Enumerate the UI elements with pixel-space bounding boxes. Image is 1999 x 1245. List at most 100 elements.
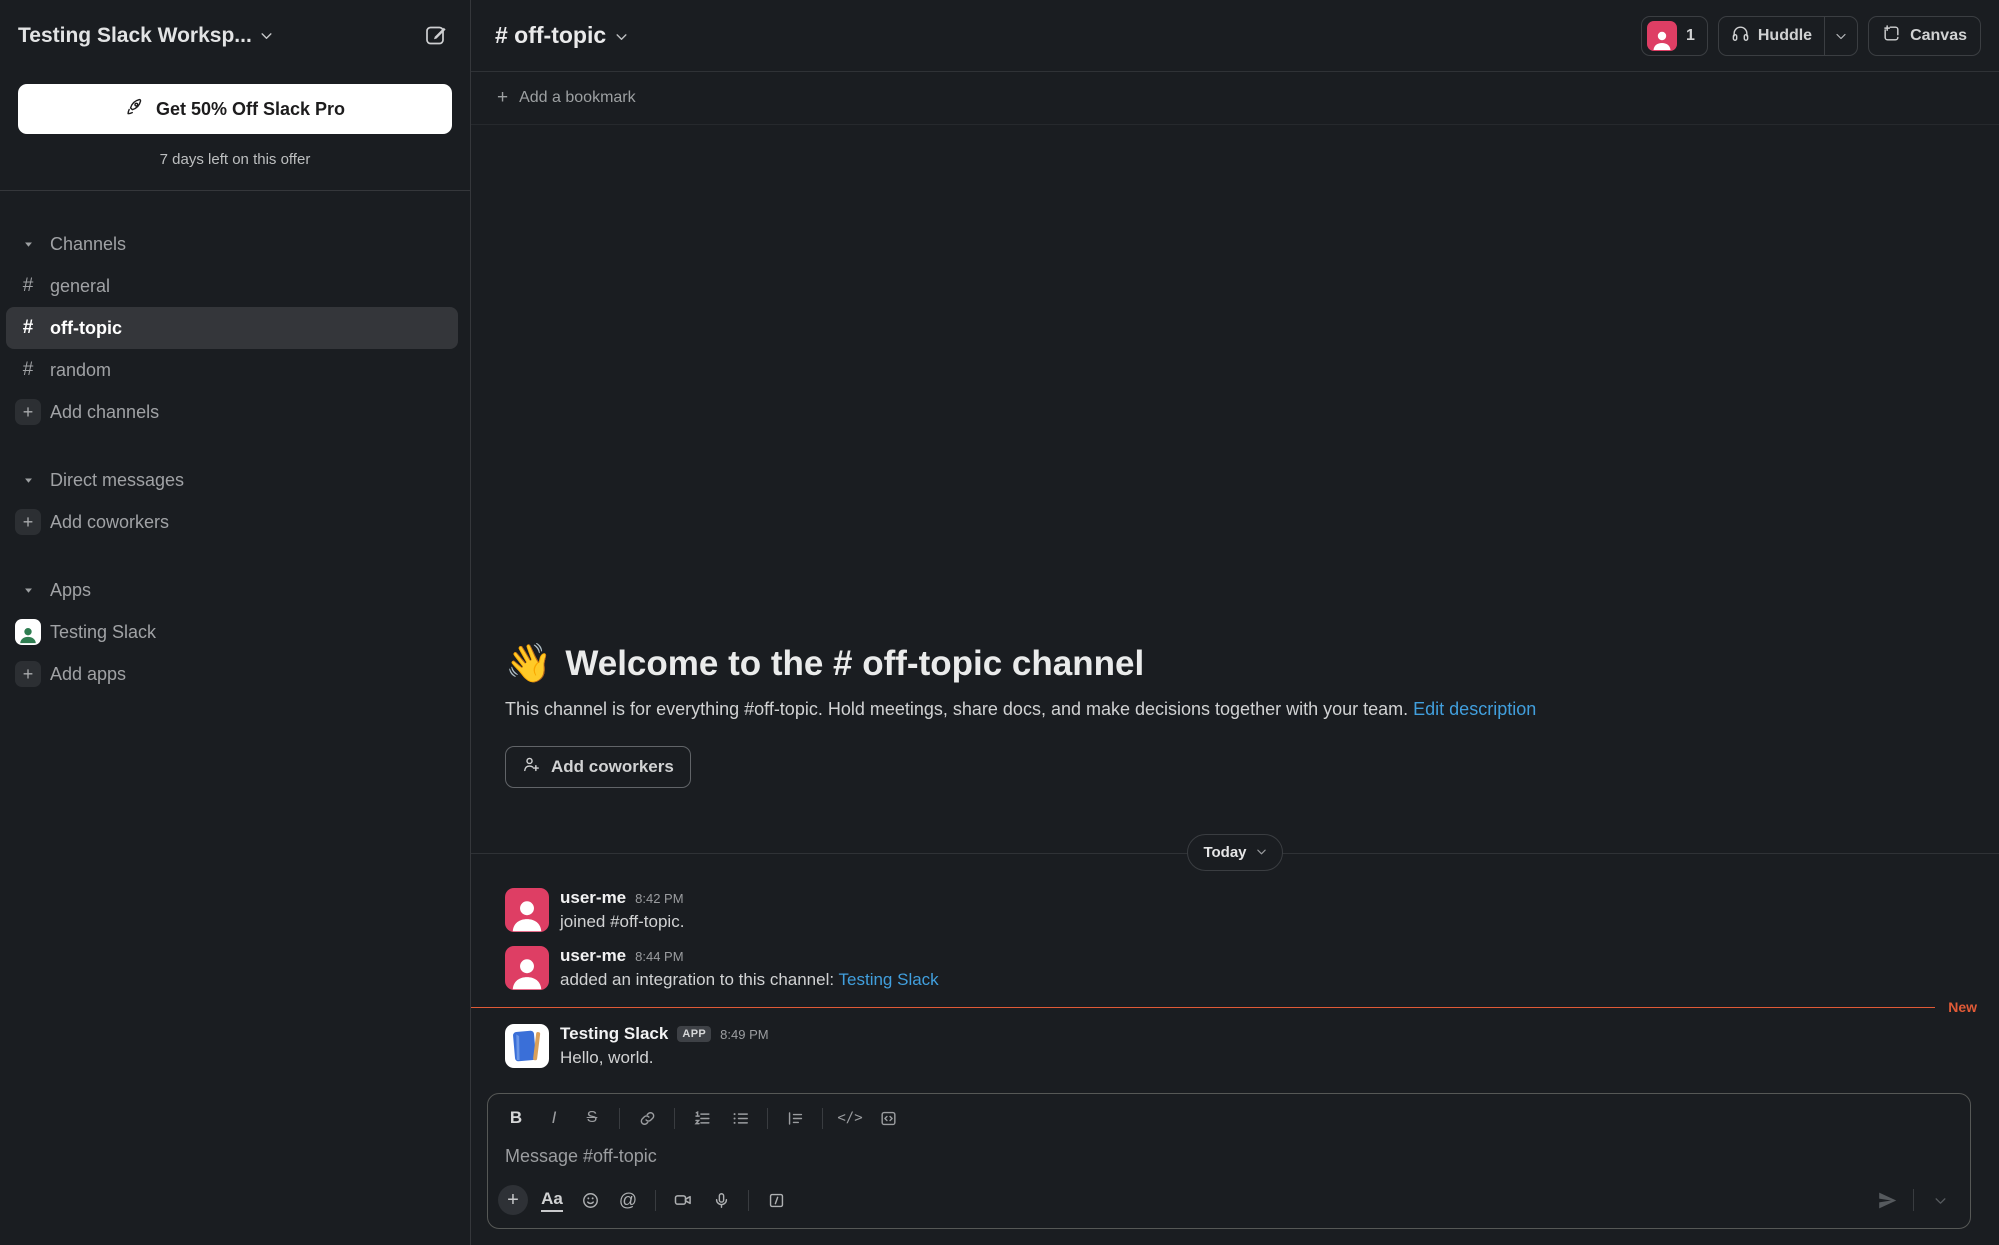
app-avatar-icon	[15, 619, 41, 645]
section-gap	[0, 433, 470, 459]
section-header-direct-messages[interactable]: Direct messages	[6, 459, 458, 501]
caret-down-icon	[6, 239, 50, 250]
sidebar-item-testing-slack-app[interactable]: Testing Slack	[6, 611, 458, 653]
message-timestamp[interactable]: 8:49 PM	[720, 1027, 768, 1042]
user-avatar[interactable]	[505, 888, 549, 932]
workspace-header: Testing Slack Worksp...	[0, 0, 470, 72]
section-header-channels[interactable]: Channels	[6, 223, 458, 265]
schedule-send-chevron[interactable]	[1922, 1185, 1958, 1215]
message-text: joined #off-topic.	[560, 912, 684, 932]
emoji-button[interactable]	[572, 1185, 608, 1215]
attach-plus-button[interactable]: +	[498, 1185, 528, 1215]
edit-description-link[interactable]: Edit description	[1413, 699, 1536, 719]
sidebar-item-general[interactable]: # general	[6, 265, 458, 307]
sidebar-nav: Channels # general # off-topic # random …	[0, 191, 470, 695]
channel-label: general	[50, 276, 110, 297]
welcome-title-text: Welcome to the # off-topic channel	[565, 644, 1144, 684]
unread-divider: New	[471, 999, 1999, 1015]
mention-button[interactable]: @	[610, 1185, 646, 1215]
members-button[interactable]: 1	[1641, 16, 1708, 56]
formatting-toggle-button[interactable]: Aa	[534, 1185, 570, 1215]
input-placeholder: Message #off-topic	[505, 1146, 657, 1166]
add-apps-button[interactable]: + Add apps	[6, 653, 458, 695]
canvas-button[interactable]: Canvas	[1868, 16, 1981, 56]
slash-commands-button[interactable]	[758, 1185, 794, 1215]
link-button[interactable]	[629, 1103, 665, 1133]
add-channels-button[interactable]: + Add channels	[6, 391, 458, 433]
message-timestamp[interactable]: 8:44 PM	[635, 949, 683, 964]
channel-description: This channel is for everything #off-topi…	[505, 699, 1965, 720]
date-divider: Today	[471, 834, 1999, 871]
main-pane: # off-topic 1	[471, 0, 1999, 1245]
audio-button[interactable]	[703, 1185, 739, 1215]
formatting-toolbar: B I S	[488, 1094, 1970, 1133]
toolbar-divider	[822, 1108, 823, 1129]
add-coworkers-button-label: Add coworkers	[551, 757, 674, 777]
channel-welcome: 👋 Welcome to the # off-topic channel Thi…	[471, 642, 1999, 788]
header-actions: 1 Huddle	[1641, 16, 1981, 56]
chevron-down-icon	[260, 24, 273, 48]
channel-header: # off-topic 1	[471, 0, 1999, 72]
hash-icon: #	[6, 275, 50, 297]
huddle-label: Huddle	[1758, 27, 1812, 45]
unread-line	[471, 1007, 1935, 1008]
hash-icon: #	[6, 359, 50, 381]
huddle-options-chevron[interactable]	[1825, 17, 1857, 55]
add-coworkers-nav-button[interactable]: + Add coworkers	[6, 501, 458, 543]
chevron-down-icon	[615, 22, 628, 49]
date-label: Today	[1203, 844, 1246, 861]
unread-label: New	[1948, 999, 1999, 1015]
add-channels-label: Add channels	[50, 402, 159, 423]
bold-button[interactable]: B	[498, 1103, 534, 1133]
plus-icon: +	[497, 87, 508, 109]
promo-button[interactable]: Get 50% Off Slack Pro	[18, 84, 452, 134]
compose-button[interactable]	[414, 14, 458, 58]
app-badge: APP	[677, 1026, 711, 1042]
workspace-switcher[interactable]: Testing Slack Worksp...	[18, 24, 273, 48]
hash-icon: #	[6, 317, 50, 339]
italic-button[interactable]: I	[536, 1103, 572, 1133]
sidebar-item-off-topic[interactable]: # off-topic	[6, 307, 458, 349]
blockquote-button[interactable]	[777, 1103, 813, 1133]
member-count: 1	[1686, 27, 1695, 45]
compose-icon	[424, 23, 448, 50]
message-timestamp[interactable]: 8:42 PM	[635, 891, 683, 906]
code-block-button[interactable]	[870, 1103, 906, 1133]
add-coworkers-button[interactable]: Add coworkers	[505, 746, 691, 788]
caret-down-icon	[6, 585, 50, 596]
promo-label: Get 50% Off Slack Pro	[156, 99, 345, 120]
huddle-button[interactable]: Huddle	[1718, 16, 1858, 56]
bullet-list-button[interactable]	[722, 1103, 758, 1133]
message-text: added an integration to this channel: Te…	[560, 970, 939, 990]
message-author[interactable]: user-me	[560, 888, 626, 908]
person-plus-icon	[522, 755, 541, 779]
message-row: Testing Slack APP 8:49 PM Hello, world.	[471, 1017, 1999, 1075]
sidebar: Testing Slack Worksp...	[0, 0, 471, 1245]
section-label: Channels	[50, 234, 126, 255]
message-author[interactable]: user-me	[560, 946, 626, 966]
add-apps-label: Add apps	[50, 664, 126, 685]
code-button[interactable]: </>	[832, 1103, 868, 1133]
message-row: user-me 8:42 PM joined #off-topic.	[471, 881, 1999, 939]
sidebar-item-random[interactable]: # random	[6, 349, 458, 391]
app-avatar[interactable]	[505, 1024, 549, 1068]
member-avatar-icon	[1647, 21, 1677, 51]
strikethrough-button[interactable]: S	[574, 1103, 610, 1133]
canvas-icon	[1882, 24, 1901, 48]
integration-link[interactable]: Testing Slack	[839, 970, 939, 989]
chevron-down-icon	[1256, 844, 1267, 861]
plus-icon: +	[15, 661, 41, 687]
date-pill-button[interactable]: Today	[1187, 834, 1282, 871]
add-bookmark-button[interactable]: + Add a bookmark	[471, 72, 1999, 125]
message-input[interactable]: Message #off-topic	[488, 1133, 1970, 1177]
message-list: user-me 8:42 PM joined #off-topic. user-…	[471, 877, 1999, 1083]
composer-actions: + Aa @	[488, 1177, 1970, 1228]
send-button[interactable]	[1869, 1185, 1905, 1215]
video-button[interactable]	[665, 1185, 701, 1215]
message-author[interactable]: Testing Slack	[560, 1024, 668, 1044]
ordered-list-button[interactable]	[684, 1103, 720, 1133]
caret-down-icon	[6, 475, 50, 486]
user-avatar[interactable]	[505, 946, 549, 990]
section-header-apps[interactable]: Apps	[6, 569, 458, 611]
channel-title-button[interactable]: # off-topic	[495, 22, 628, 49]
